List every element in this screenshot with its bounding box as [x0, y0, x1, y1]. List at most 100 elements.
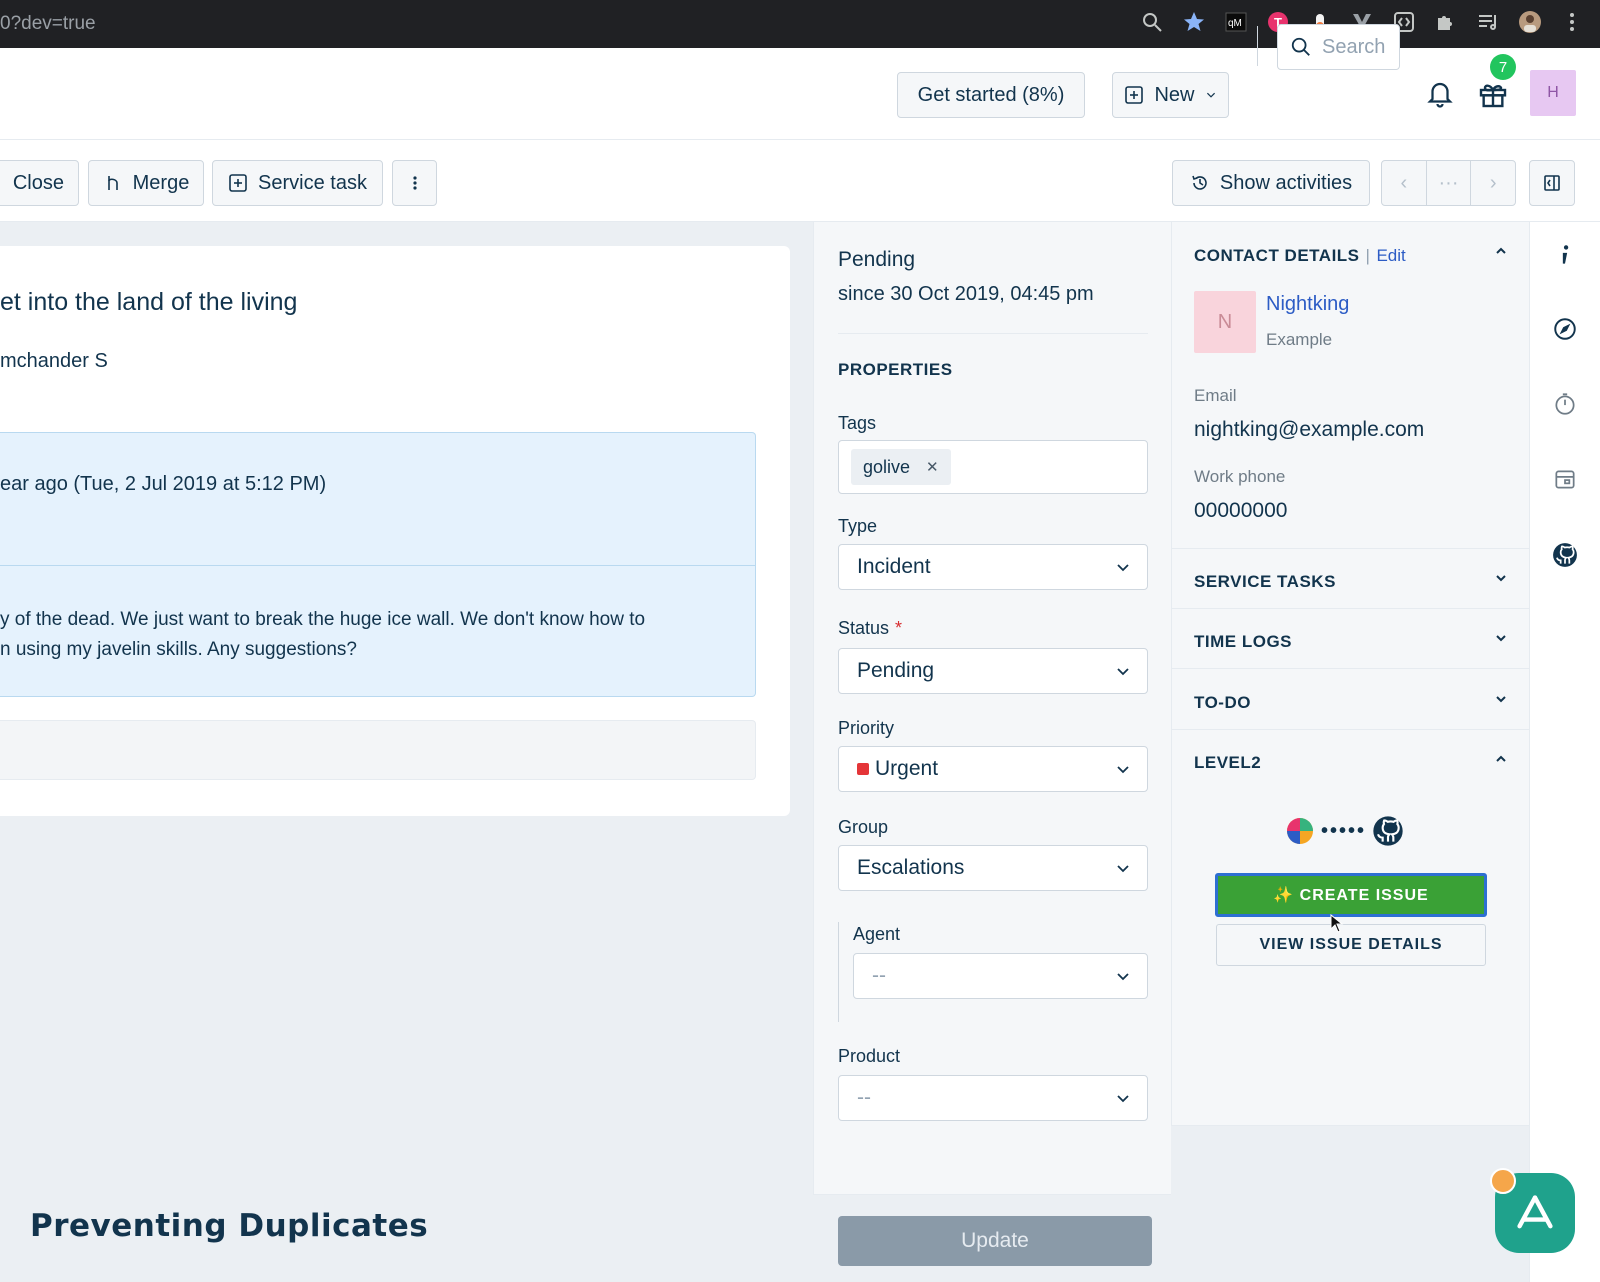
requester-name[interactable]: mchander S: [0, 350, 108, 373]
status-value: Pending: [857, 659, 935, 682]
gift-badge: 7: [1490, 54, 1516, 80]
toggle-sidebar-button[interactable]: [1529, 160, 1575, 206]
message-timestamp: ear ago (Tue, 2 Jul 2019 at 5:12 PM): [0, 473, 327, 495]
product-select[interactable]: --: [838, 1075, 1148, 1121]
github-icon[interactable]: [1548, 538, 1582, 572]
email-label: Email: [1194, 386, 1237, 405]
close-button[interactable]: Close: [0, 160, 79, 206]
type-label: Type: [838, 516, 878, 536]
product-value: --: [857, 1086, 871, 1109]
heading-separator: |: [1365, 246, 1371, 265]
sidebar-toggle-icon: [1544, 175, 1560, 191]
type-select[interactable]: Incident: [838, 544, 1148, 590]
contact-panel: [1171, 222, 1529, 1126]
info-icon[interactable]: [1548, 238, 1582, 272]
chevron-down-icon: [1117, 1095, 1129, 1103]
chevron-down-icon: [1117, 973, 1129, 981]
view-issue-details-button[interactable]: VIEW ISSUE DETAILS: [1216, 924, 1486, 966]
queue-icon[interactable]: [1474, 8, 1502, 36]
search-input[interactable]: Search: [1277, 24, 1400, 70]
show-activities-button[interactable]: Show activities: [1172, 160, 1370, 206]
group-select[interactable]: Escalations: [838, 845, 1148, 891]
user-avatar[interactable]: H: [1530, 70, 1576, 116]
priority-select[interactable]: Urgent: [838, 746, 1148, 792]
reply-bar[interactable]: [0, 720, 756, 780]
prev-ticket-button[interactable]: ‹: [1382, 161, 1427, 205]
address-bar-url[interactable]: 0?dev=true: [0, 10, 96, 38]
create-issue-button[interactable]: ✨ CREATE ISSUE: [1215, 873, 1487, 917]
ticket-navigation: ‹ ··· ›: [1381, 160, 1516, 206]
show-activities-label: Show activities: [1219, 171, 1353, 194]
ticket-list-button[interactable]: ···: [1427, 161, 1472, 205]
bell-icon[interactable]: [1422, 74, 1458, 114]
timer-icon[interactable]: [1548, 387, 1582, 421]
contact-panel-bottom: [1172, 1125, 1529, 1126]
chevron-down-icon: [1117, 564, 1129, 572]
chevron-down-icon[interactable]: [1494, 571, 1508, 585]
chevron-down-icon[interactable]: [1494, 692, 1508, 706]
message-divider: [0, 565, 755, 566]
update-button[interactable]: Update: [838, 1216, 1152, 1266]
type-value: Incident: [857, 555, 931, 578]
service-task-button[interactable]: Service task: [212, 160, 383, 206]
tag-chip: golive ✕: [851, 449, 951, 485]
puzzle-icon[interactable]: [1432, 8, 1460, 36]
tag-label: golive: [863, 456, 911, 477]
kebab-menu-icon[interactable]: [1558, 8, 1586, 36]
chevron-down-icon: [1117, 766, 1129, 774]
status-select[interactable]: Pending: [838, 648, 1148, 694]
merge-button[interactable]: Merge: [88, 160, 204, 206]
agent-indent-line: [838, 922, 839, 1022]
todo-accordion[interactable]: TO-DO: [1194, 693, 1251, 713]
svg-text:qM: qM: [1228, 18, 1242, 29]
gift-icon[interactable]: [1475, 74, 1511, 114]
compass-icon[interactable]: [1548, 312, 1582, 346]
chevron-up-icon[interactable]: [1494, 752, 1508, 766]
contact-name-link[interactable]: Nightking: [1266, 293, 1349, 316]
priority-color-dot: [857, 763, 869, 775]
priority-label: Priority: [838, 718, 895, 738]
group-value: Escalations: [857, 856, 965, 879]
priority-value: Urgent: [875, 757, 939, 780]
level2-accordion[interactable]: LEVEL2: [1194, 753, 1261, 773]
status-divider: [838, 333, 1148, 334]
search-placeholder: Search: [1322, 35, 1386, 58]
contact-details-title: CONTACT DETAILS: [1194, 246, 1360, 265]
current-status: Pending: [838, 248, 916, 271]
history-icon: [1192, 175, 1207, 190]
freshdesk-logo-icon: [1287, 818, 1313, 844]
contact-details-heading: CONTACT DETAILS | Edit: [1194, 246, 1406, 266]
next-ticket-button[interactable]: ›: [1471, 161, 1515, 205]
tag-remove-icon[interactable]: ✕: [926, 458, 939, 476]
group-label: Group: [838, 817, 889, 837]
contact-phone: 00000000: [1194, 499, 1288, 522]
search-icon: [1291, 37, 1310, 56]
new-button[interactable]: New: [1112, 72, 1229, 118]
agent-select[interactable]: --: [853, 953, 1148, 999]
contact-company: Example: [1266, 330, 1333, 349]
calendar-icon[interactable]: [1548, 462, 1582, 496]
more-actions-button[interactable]: [392, 160, 437, 206]
get-started-button[interactable]: Get started (8%): [897, 72, 1085, 118]
time-logs-accordion[interactable]: TIME LOGS: [1194, 632, 1292, 652]
product-label: Product: [838, 1046, 901, 1066]
chevron-down-icon[interactable]: [1494, 631, 1508, 645]
tags-field[interactable]: golive ✕: [838, 440, 1148, 494]
video-caption: Preventing Duplicates: [30, 1208, 429, 1244]
assistant-logo-icon: [1517, 1195, 1553, 1229]
profile-avatar[interactable]: [1516, 8, 1544, 36]
agent-label: Agent: [853, 924, 901, 944]
service-tasks-accordion[interactable]: SERVICE TASKS: [1194, 572, 1336, 592]
qm-extension-icon[interactable]: qM: [1222, 8, 1250, 36]
message-body: y of the dead. We just want to break the…: [0, 605, 720, 665]
connection-dots: •••••: [1321, 819, 1367, 842]
zoom-icon[interactable]: [1138, 8, 1166, 36]
accordion-divider: [1172, 729, 1529, 730]
agent-value: --: [872, 964, 886, 987]
edit-contact-link[interactable]: Edit: [1376, 246, 1405, 265]
status-label-text: Status: [838, 618, 890, 638]
star-icon[interactable]: [1180, 8, 1208, 36]
chevron-up-icon[interactable]: [1494, 244, 1508, 258]
mouse-cursor-icon: [1330, 914, 1344, 933]
work-phone-label: Work phone: [1194, 467, 1286, 486]
